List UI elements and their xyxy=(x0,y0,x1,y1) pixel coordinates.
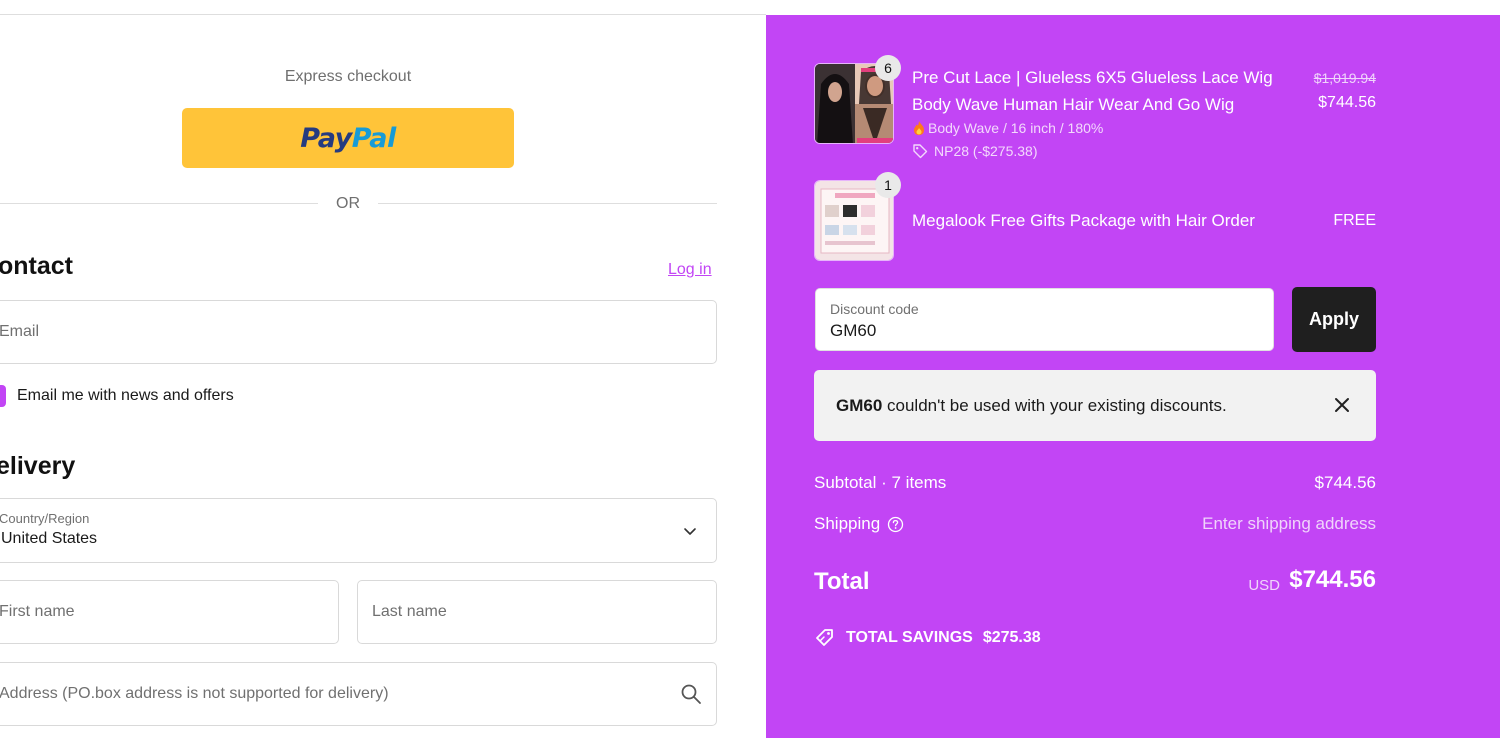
or-text: OR xyxy=(336,195,360,212)
product-thumbnail: 1 xyxy=(814,172,901,261)
newsletter-label: Email me with news and offers xyxy=(17,387,234,404)
discount-error-notice: GM60 couldn't be used with your existing… xyxy=(814,370,1376,441)
address-field[interactable]: Address (PO.box address is not supported… xyxy=(0,662,717,726)
quantity-badge: 1 xyxy=(875,172,901,198)
express-checkout-label: Express checkout xyxy=(284,68,412,85)
discount-code-value: GM60 xyxy=(830,321,877,340)
contact-heading: ontact xyxy=(0,252,73,280)
newsletter-checkbox[interactable] xyxy=(0,385,6,407)
savings-label: TOTAL SAVINGS xyxy=(846,629,973,646)
quantity-badge: 6 xyxy=(875,55,901,81)
checkout-form: Express checkout PayPal OR ontact Log in… xyxy=(0,0,766,738)
product-price: $744.56 xyxy=(1318,94,1376,111)
country-select[interactable]: Country/Region United States xyxy=(0,498,717,563)
country-label: Country/Region xyxy=(0,511,90,526)
savings-value: $275.38 xyxy=(982,629,1041,646)
total-label: Total xyxy=(814,568,870,595)
product-title: Megalook Free Gifts Package with Hair Or… xyxy=(912,211,1255,230)
first-name-field[interactable]: First name xyxy=(0,580,339,644)
first-name-placeholder: First name xyxy=(0,603,75,620)
newsletter-row[interactable]: Email me with news and offers xyxy=(0,384,234,408)
subtotal-label: Subtotal · 7 items xyxy=(814,473,947,492)
original-price: $1,019.94 xyxy=(1313,70,1376,86)
country-value: United States xyxy=(1,530,98,547)
last-name-placeholder: Last name xyxy=(372,603,447,620)
or-divider: OR xyxy=(0,193,717,215)
product-price: FREE xyxy=(1333,212,1376,229)
tag-icon xyxy=(913,144,928,159)
last-name-field[interactable]: Last name xyxy=(357,580,717,644)
help-icon[interactable] xyxy=(887,516,904,533)
email-field[interactable]: Email xyxy=(0,300,717,364)
total-savings: TOTAL SAVINGS $275.38 xyxy=(814,627,1041,649)
total-currency: USD xyxy=(1248,577,1280,594)
product-title: Pre Cut Lace | Glueless 6X5 Glueless Lac… xyxy=(912,68,1273,114)
shipping-label: Shipping xyxy=(814,514,881,533)
address-placeholder: Address (PO.box address is not supported… xyxy=(0,685,389,702)
discount-code-input[interactable]: Discount code GM60 xyxy=(815,288,1274,351)
paypal-button[interactable]: PayPal xyxy=(182,108,514,168)
shipping-row: Shipping xyxy=(814,514,904,534)
notice-message: GM60 couldn't be used with your existing… xyxy=(836,396,1227,415)
apply-button[interactable]: Apply xyxy=(1292,287,1376,352)
fire-icon xyxy=(914,121,924,135)
subtotal-value: $744.56 xyxy=(1314,473,1376,492)
paypal-logo: PayPal xyxy=(300,122,396,154)
product-thumbnail: 6 xyxy=(814,55,901,144)
search-icon[interactable] xyxy=(680,683,702,705)
chevron-down-icon xyxy=(684,527,696,535)
email-placeholder: Email xyxy=(0,323,40,340)
order-summary: 6 Pre Cut Lace | Glueless 6X5 Glueless L… xyxy=(766,15,1500,738)
total-value: $744.56 xyxy=(1289,566,1376,593)
shipping-value: Enter shipping address xyxy=(1202,514,1376,533)
close-icon[interactable] xyxy=(1330,393,1354,417)
login-link[interactable]: Log in xyxy=(668,261,712,279)
product-discount: NP28 (-$275.38) xyxy=(912,143,1038,159)
savings-tag-icon xyxy=(816,629,833,646)
delivery-heading: elivery xyxy=(0,452,76,480)
discount-code-label: Discount code xyxy=(830,301,919,317)
product-variant: Body Wave / 16 inch / 180% xyxy=(912,120,1103,136)
